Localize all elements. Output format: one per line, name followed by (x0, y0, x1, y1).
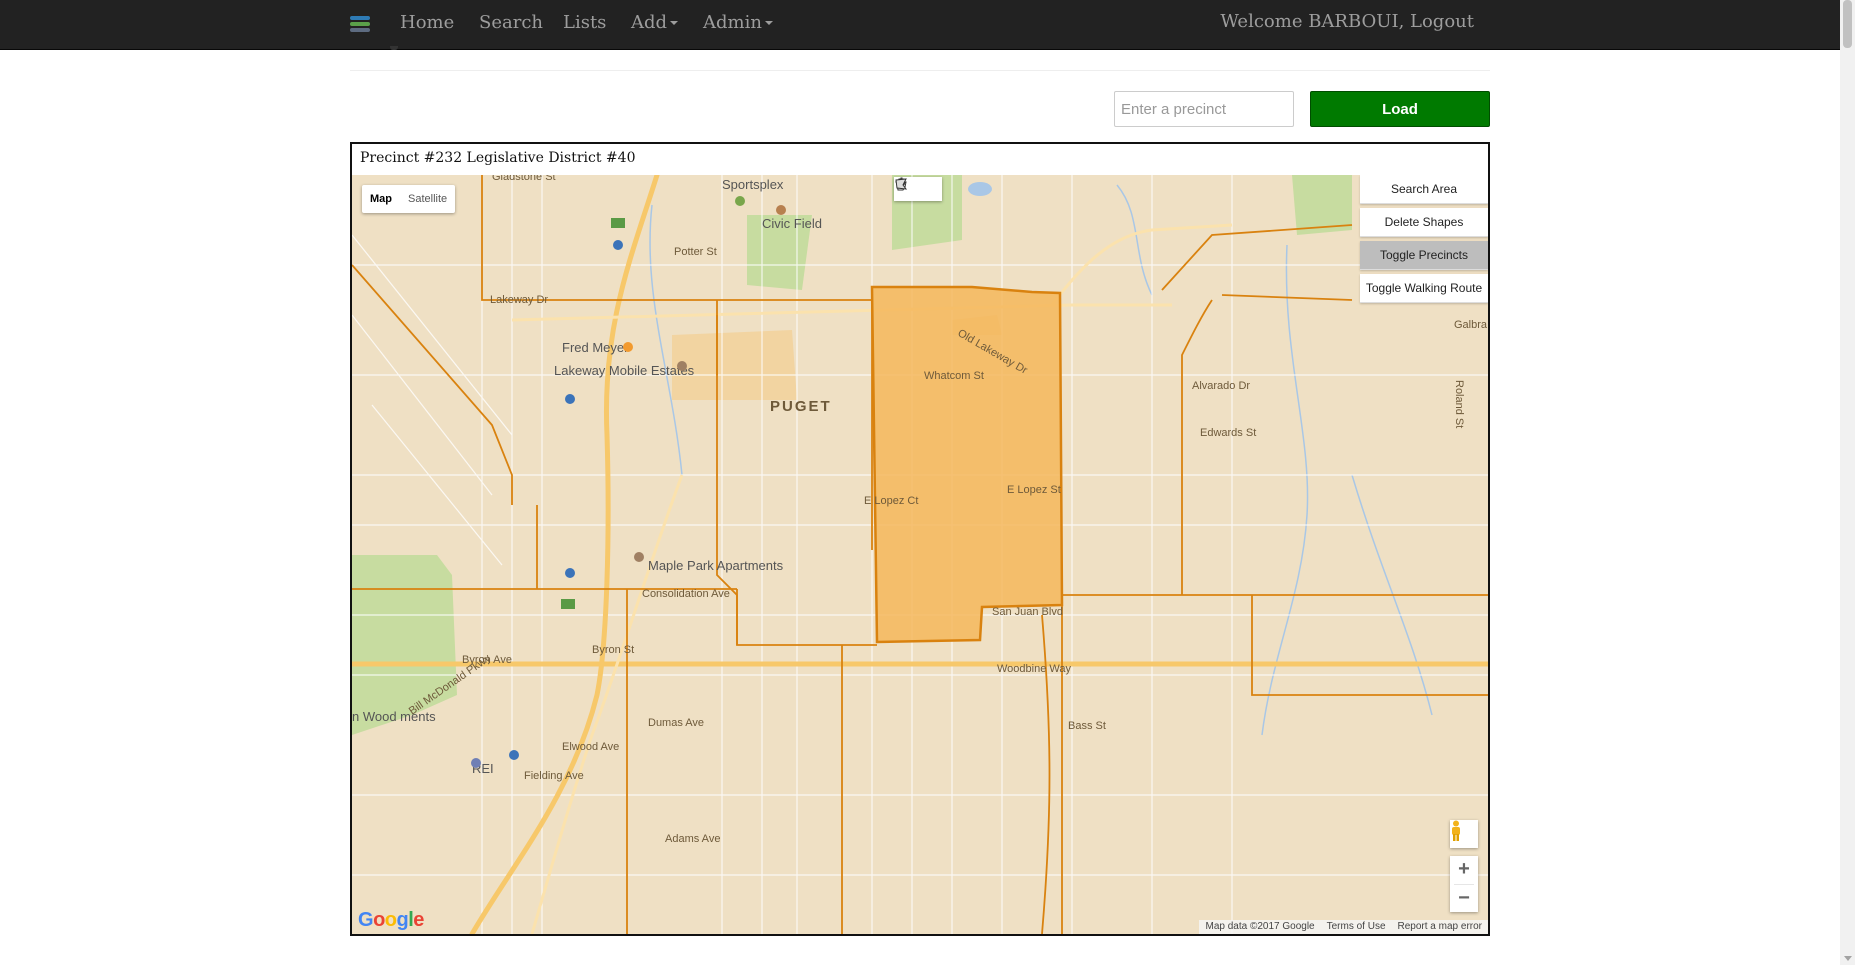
caret-down-icon (670, 21, 679, 25)
map-label-alvarado-dr: Alvarado Dr (1192, 380, 1250, 392)
map-label-maple-park-apartments: Maple Park Apartments (648, 558, 784, 573)
map-label-sportsplex: Sportsplex (722, 177, 784, 192)
drawing-toolbar (894, 177, 942, 201)
interstate-shield-icon (565, 568, 575, 578)
map-label-fred-meyer: Fred Meyer (562, 340, 629, 355)
map-label-lakeway-dr: Lakeway Dr (490, 294, 548, 306)
map-label-elwood-ave: Elwood Ave (562, 741, 619, 753)
precinct-input[interactable] (1114, 91, 1294, 127)
nav-admin-label: Admin (703, 12, 762, 33)
map-label-civic-field: Civic Field (762, 216, 822, 231)
map-label-bass-st: Bass St (1068, 720, 1106, 732)
map-type-map[interactable]: Map (362, 185, 400, 213)
map-data-credit: Map data ©2017 Google (1205, 921, 1315, 932)
nav-add-dropdown[interactable]: Add (631, 0, 679, 49)
map-label-dumas-ave: Dumas Ave (648, 717, 704, 729)
load-button[interactable]: Load (1310, 91, 1490, 127)
zoom-out-button[interactable]: − (1450, 885, 1478, 913)
map-label-byron-st: Byron St (592, 644, 634, 656)
map-label-whatcom-st: Whatcom St (924, 370, 984, 382)
interstate-shield-icon (613, 240, 623, 250)
nav-search[interactable]: Search (479, 0, 543, 49)
map-label-wood-apartments: n Wood ments (352, 709, 436, 724)
map-action-buttons: Search Area Delete Shapes Toggle Precinc… (1360, 175, 1488, 307)
search-area-button[interactable]: Search Area (1360, 175, 1488, 204)
page-scrollbar[interactable] (1840, 0, 1855, 965)
pond (968, 182, 992, 196)
app-logo-icon[interactable] (350, 13, 370, 35)
map-label-potter-st: Potter St (674, 246, 717, 258)
park-marker-icon[interactable] (735, 196, 745, 206)
map-label-roland-st: Roland St (1453, 380, 1465, 428)
nav-admin-dropdown[interactable]: Admin (703, 0, 773, 49)
google-logo[interactable]: Google (358, 909, 424, 932)
map-label-fielding-ave: Fielding Ave (524, 770, 584, 782)
map-label-e-lopez-st: E Lopez St (1007, 484, 1061, 496)
map-label-san-juan-blvd: San Juan Blvd (992, 606, 1063, 618)
map-label-galbraith: Galbra Par (1454, 319, 1488, 331)
zoom-in-button[interactable]: + (1450, 856, 1478, 884)
toggle-precincts-button[interactable]: Toggle Precincts (1360, 241, 1488, 270)
report-map-error-link[interactable]: Report a map error (1392, 920, 1488, 934)
map-attribution: Map data ©2017 Google Terms of Use Repor… (1199, 920, 1488, 934)
map-label-edwards-st: Edwards St (1200, 427, 1256, 439)
delete-shapes-button[interactable]: Delete Shapes (1360, 208, 1488, 237)
interstate-shield-icon (509, 750, 519, 760)
nav-home[interactable]: Home (400, 0, 454, 49)
interstate-shield-icon (565, 394, 575, 404)
panel-title: Precinct #232 Legislative District #40 (360, 150, 636, 166)
map-canvas[interactable]: Gladstone St Potter St Lakeway Dr Old La… (352, 175, 1488, 934)
nav-lists[interactable]: Lists (563, 0, 606, 49)
caret-down-icon (764, 21, 773, 25)
map-label-lakeway-mobile-estates: Lakeway Mobile Estates (554, 363, 695, 378)
page-heading-fragment (390, 46, 398, 50)
map-label-gladstone-st: Gladstone St (492, 175, 556, 183)
store-marker-icon[interactable] (471, 758, 481, 768)
shopping-marker-icon[interactable] (623, 342, 633, 352)
map-label-woodbine-way: Woodbine Way (997, 663, 1071, 675)
park-area (352, 555, 457, 735)
toggle-walking-route-button[interactable]: Toggle Walking Route (1360, 274, 1488, 303)
residence-marker-icon[interactable] (677, 361, 687, 371)
welcome-logout-link[interactable]: Welcome BARBOUI, Logout (1220, 0, 1474, 44)
polygon-draw-icon[interactable] (895, 177, 942, 201)
map-panel: Precinct #232 Legislative District #40 G… (350, 142, 1490, 936)
terms-of-use-link[interactable]: Terms of Use (1321, 920, 1392, 934)
map-label-puget: PUGET (770, 398, 832, 415)
map-label-adams-ave: Adams Ave (665, 833, 720, 845)
highway-shield-icon (611, 218, 625, 228)
header-divider (350, 70, 1490, 71)
map-type-satellite[interactable]: Satellite (400, 185, 455, 213)
stadium-marker-icon[interactable] (776, 205, 786, 215)
apartment-marker-icon[interactable] (634, 552, 644, 562)
map-label-e-lopez-ct: E Lopez Ct (864, 495, 918, 507)
scroll-down-arrow-icon[interactable] (1844, 956, 1852, 961)
map-type-control: Map Satellite (362, 185, 456, 213)
scrollbar-thumb[interactable] (1843, 0, 1852, 48)
zoom-control: + − (1450, 856, 1478, 912)
street-view-pegman-icon[interactable] (1450, 820, 1478, 848)
map-graphic: Gladstone St Potter St Lakeway Dr Old La… (352, 175, 1488, 934)
nav-add-label: Add (631, 12, 668, 33)
highway-shield-icon (561, 599, 575, 609)
top-navbar: Home Search Lists Add Admin Welcome BARB… (0, 0, 1840, 50)
map-label-consolidation-ave: Consolidation Ave (642, 588, 730, 600)
